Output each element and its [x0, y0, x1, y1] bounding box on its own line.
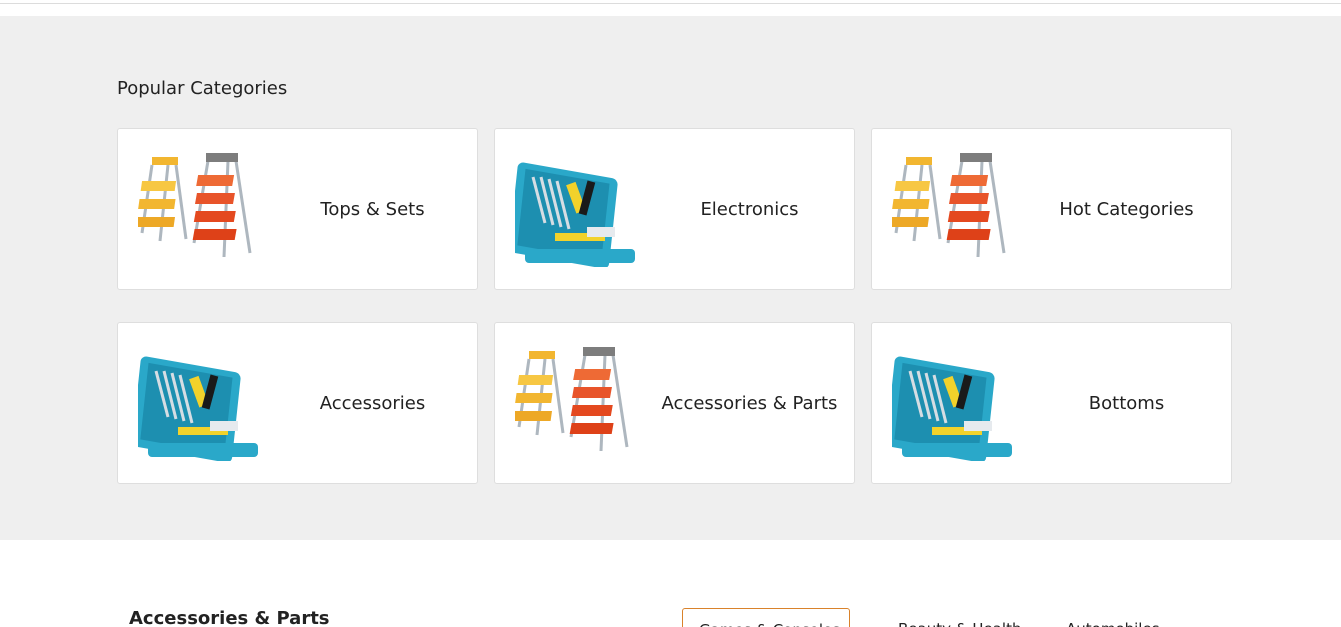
category-card-accessories-parts[interactable]: Accessories & Parts — [494, 322, 855, 484]
accessories-parts-title: Accessories & Parts — [129, 608, 330, 627]
tab-games-consoles[interactable]: Games & Consoles — [682, 608, 850, 627]
ladder-icon — [892, 153, 1006, 259]
category-tabs: Games & Consoles Beauty & Health Automob… — [682, 608, 1176, 627]
category-card-hot-categories[interactable]: Hot Categories — [871, 128, 1232, 290]
category-card-tops-sets[interactable]: Tops & Sets — [117, 128, 478, 290]
tab-beauty-health[interactable]: Beauty & Health — [882, 608, 1032, 627]
category-card-accessories[interactable]: Accessories — [117, 322, 478, 484]
category-label: Tops & Sets — [320, 198, 425, 220]
ladder-icon — [515, 347, 629, 453]
category-card-bottoms[interactable]: Bottoms — [871, 322, 1232, 484]
category-card-electronics[interactable]: Electronics — [494, 128, 855, 290]
popular-categories-section: Popular Categories Tops & Sets Electroni… — [0, 16, 1341, 540]
section-title: Popular Categories — [117, 78, 288, 99]
category-label: Bottoms — [1088, 392, 1165, 414]
toolbox-icon — [138, 354, 260, 461]
tab-automobiles[interactable]: Automobiles — [1050, 608, 1176, 627]
toolbox-icon — [892, 354, 1014, 461]
top-divider — [0, 0, 1341, 4]
category-label: Accessories — [319, 392, 426, 414]
category-label: Accessories & Parts — [661, 392, 838, 414]
category-label: Electronics — [700, 198, 799, 220]
ladder-icon — [138, 153, 252, 259]
toolbox-icon — [515, 160, 637, 267]
category-label: Hot Categories — [1059, 198, 1194, 220]
